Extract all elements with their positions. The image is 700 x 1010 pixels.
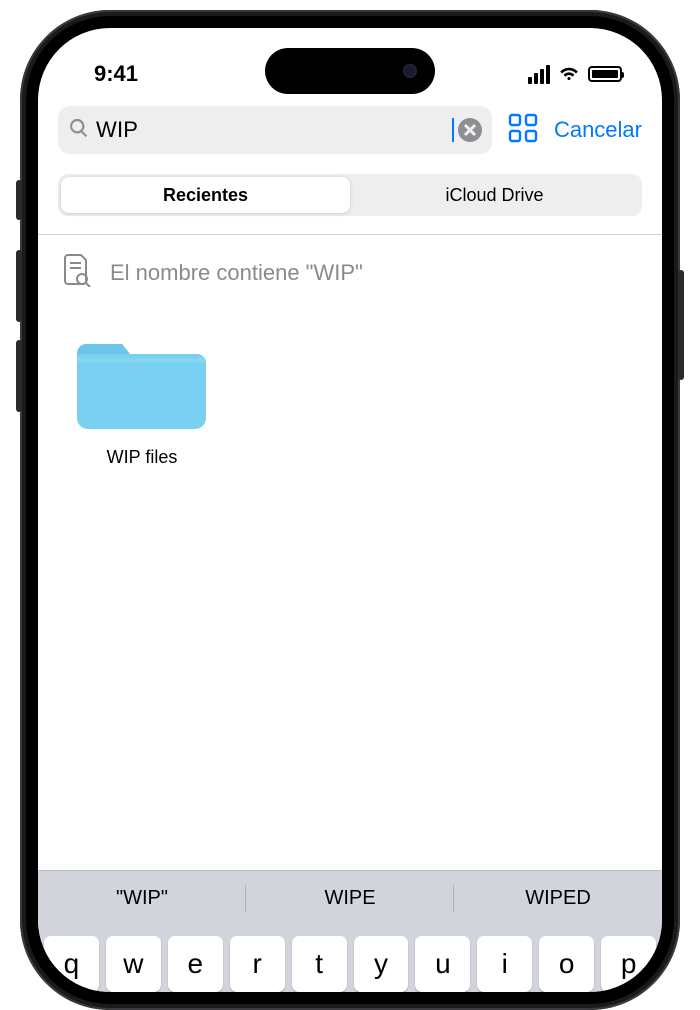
volume-down-button bbox=[16, 340, 22, 412]
battery-icon bbox=[588, 66, 622, 82]
name-contains-icon bbox=[62, 253, 92, 292]
nav-area: WIP Cancelar Recientes iC bbox=[38, 98, 662, 216]
suggestion-1[interactable]: "WIP" bbox=[38, 871, 246, 926]
tab-recents[interactable]: Recientes bbox=[61, 177, 350, 213]
volume-switch bbox=[16, 180, 22, 220]
key-e[interactable]: e bbox=[168, 936, 223, 992]
key-y[interactable]: y bbox=[354, 936, 409, 992]
wifi-icon bbox=[558, 60, 580, 88]
phone-frame: 9:41 WIP bbox=[20, 10, 680, 1010]
search-input-text: WIP bbox=[96, 117, 452, 143]
clear-search-button[interactable] bbox=[458, 118, 482, 142]
keyboard-suggestions: "WIP" WIPE WIPED bbox=[38, 870, 662, 926]
status-time: 9:41 bbox=[94, 61, 138, 87]
grid-view-button[interactable] bbox=[506, 111, 540, 150]
keyboard: "WIP" WIPE WIPED q w e r t y u i o p bbox=[38, 870, 662, 992]
cellular-icon bbox=[528, 65, 550, 84]
key-o[interactable]: o bbox=[539, 936, 594, 992]
status-indicators bbox=[528, 60, 622, 88]
folder-item[interactable]: WIP files bbox=[62, 332, 222, 468]
key-i[interactable]: i bbox=[477, 936, 532, 992]
suggestion-3[interactable]: WIPED bbox=[454, 871, 662, 926]
key-p[interactable]: p bbox=[601, 936, 656, 992]
search-field[interactable]: WIP bbox=[58, 106, 492, 154]
key-u[interactable]: u bbox=[415, 936, 470, 992]
key-q[interactable]: q bbox=[44, 936, 99, 992]
power-button bbox=[678, 270, 684, 380]
cancel-button[interactable]: Cancelar bbox=[554, 117, 642, 143]
volume-up-button bbox=[16, 250, 22, 322]
search-hint-row[interactable]: El nombre contiene "WIP" bbox=[38, 235, 662, 292]
key-r[interactable]: r bbox=[230, 936, 285, 992]
screen: 9:41 WIP bbox=[38, 28, 662, 992]
folder-label: WIP files bbox=[107, 447, 178, 468]
search-icon bbox=[68, 117, 90, 144]
keyboard-row-1: q w e r t y u i o p bbox=[38, 926, 662, 992]
search-hint-text: El nombre contiene "WIP" bbox=[110, 260, 363, 286]
dynamic-island bbox=[265, 48, 435, 94]
tab-icloud-drive[interactable]: iCloud Drive bbox=[350, 177, 639, 213]
suggestion-2[interactable]: WIPE bbox=[246, 871, 454, 926]
folder-icon bbox=[77, 332, 207, 437]
scope-segmented-control: Recientes iCloud Drive bbox=[58, 174, 642, 216]
key-t[interactable]: t bbox=[292, 936, 347, 992]
key-w[interactable]: w bbox=[106, 936, 161, 992]
results-grid: WIP files bbox=[38, 292, 662, 508]
